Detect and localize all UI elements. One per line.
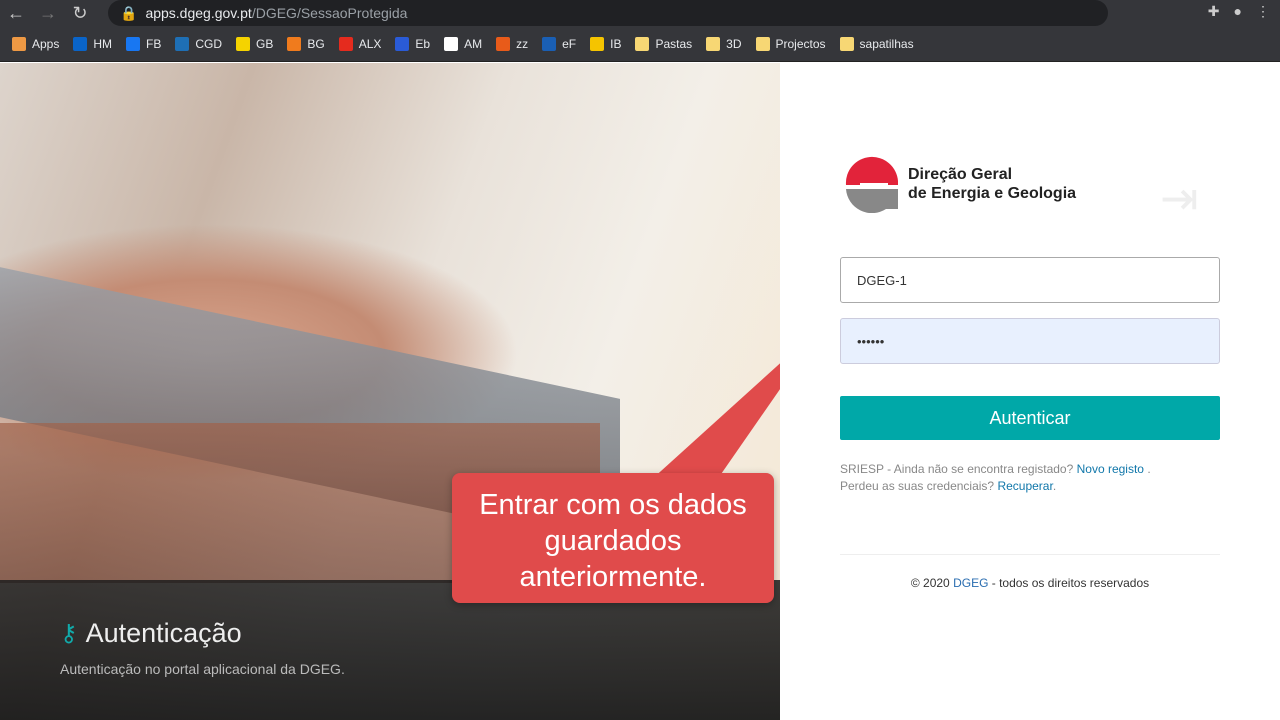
footer-link[interactable]: DGEG [953,576,988,590]
register-end: . [1143,462,1151,476]
footer-rights: - todos os direitos reservados [988,576,1150,590]
help-text: SRIESP - Ainda não se encontra registado… [840,461,1151,495]
divider [840,554,1220,555]
logo-line2: de Energia e Geologia [908,185,1077,202]
login-panel: Direção Geral de Energia e Geologia ⇥ Aut… [780,63,1280,720]
username-input[interactable] [840,257,1220,303]
dgeg-logo: Direção Geral de Energia e Geologia [842,155,1076,213]
recover-link[interactable]: Recuperar [997,479,1052,493]
recover-end: . [1052,479,1057,493]
callout-annotation: Entrar com os dados guardados anteriorme… [452,473,774,603]
password-input[interactable] [840,318,1220,364]
logo-line1: Direção Geral [908,166,1013,183]
dgeg-logo-icon [845,156,898,213]
authenticate-button[interactable]: Autenticar [840,396,1220,440]
footer: © 2020 DGEG - todos os direitos reservad… [840,576,1220,590]
register-link[interactable]: Novo registo [1077,462,1144,476]
register-text: SRIESP - Ainda não se encontra registado… [840,462,1074,476]
recover-text: Perdeu as suas credenciais? [840,479,995,493]
footer-copy: © 2020 [910,576,954,590]
sign-in-icon: ⇥ [1160,172,1199,224]
